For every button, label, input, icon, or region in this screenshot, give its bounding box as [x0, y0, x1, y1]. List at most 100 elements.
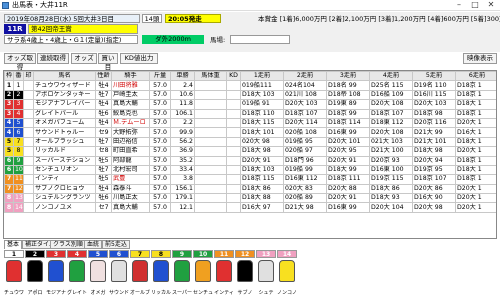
body-weight-cell — [194, 164, 227, 176]
jockey-silk-icon — [237, 260, 253, 282]
column-header[interactable]: 馬名 — [33, 71, 96, 82]
horse-name-cell: ノンコノユメ — [33, 202, 96, 213]
silk-number: 2 — [25, 250, 45, 258]
table-row[interactable]: 6 9 スーパーステション 牡5 阿部龍 57.0 35.2 D20大 91 D18門 96 D2… — [4, 155, 496, 166]
waku-cell: 5 — [4, 136, 14, 148]
jockey-silk-icon — [279, 260, 295, 282]
past-run-cell: 020船 108 — [283, 127, 327, 138]
column-header[interactable]: 性齢 — [95, 71, 112, 82]
past-run-cell: D19京 95 — [412, 164, 456, 176]
column-header[interactable]: 1走前 — [240, 71, 284, 82]
sex-age-cell: 牡4 — [95, 80, 112, 91]
tab[interactable]: クラス別順 — [50, 240, 86, 249]
past-run-cell: D18京 99 — [326, 108, 370, 119]
jockey-silk-icon — [174, 260, 190, 282]
table-row[interactable]: 5 8 リッカルド セ8 町田直希 57.0 36.9 D18大 98 020船 97 D20大 … — [4, 146, 496, 157]
sex-age-cell: 牡7 — [95, 89, 112, 101]
tab[interactable]: 基本 — [4, 240, 23, 249]
table-row[interactable]: 3 3 モジアナフレイバー 牡4 真島大輔 57.0 11.8 019船 91 D20大 103… — [4, 99, 496, 110]
close-icon[interactable]: ✕ — [484, 0, 498, 10]
column-header[interactable]: 6走前 — [455, 71, 496, 82]
silk-label: グレイト — [67, 290, 87, 296]
title-bar — [0, 0, 500, 11]
tab[interactable]: 前5走込 — [102, 240, 130, 249]
column-header[interactable]: 4走前 — [369, 71, 413, 82]
past-run-cell: D18京 111 — [326, 174, 370, 185]
silk-item: 1 チュウワ — [4, 250, 24, 298]
table-row[interactable]: 2 2 アポロケンタッキー 牡7 戸崎圭太 57.0 10.6 D18大 103 021川 10… — [4, 89, 496, 101]
column-header[interactable]: 印 — [23, 71, 34, 82]
table-row[interactable]: 8 13 シュテルングランツ 牡6 川島正太 57.0 179.1 D18大 88 020船 8… — [4, 193, 496, 204]
jockey-cell: 北村宏司 — [111, 164, 150, 176]
video-button[interactable]: 映像表示 — [463, 53, 497, 64]
past-run-cell: D16川 115 — [412, 89, 456, 101]
odds-button[interactable]: オッズ — [71, 53, 97, 64]
minimize-icon[interactable]: – — [452, 0, 466, 10]
kd-cell — [226, 202, 241, 213]
table-row[interactable]: 4 5 オメガパフューム 牡4 Ｍ.デムーロ 57.0 2.2 D18大 115 D20大 11… — [4, 117, 496, 129]
silk-label: ノンコノ — [277, 290, 297, 296]
track-condition-label: 馬場: — [210, 36, 226, 44]
table-row[interactable]: 1 1 チュウワウィザード 牡4 川田将雅 57.0 2.4 019船111 024名104 D1… — [4, 80, 496, 91]
silk-label: サウンド — [109, 290, 129, 296]
column-header[interactable]: KD — [226, 71, 241, 82]
table-row[interactable]: 4 6 サウンドトゥルー セ9 大野拓弥 57.0 99.9 D18大 101 020船 108… — [4, 127, 496, 138]
continuous-fetch-button[interactable]: 連続取得 — [37, 53, 69, 64]
silk-item: 2 アポロ — [25, 250, 45, 298]
mark-cell — [23, 117, 34, 129]
horse-name-cell: サブノクロヒョウ — [33, 183, 96, 195]
table-row[interactable]: 7 12 サブノクロヒョウ 牡4 森泰斗 57.0 156.1 D18大 86 020大 83 D… — [4, 183, 496, 195]
past-run-cell: D18京 114 — [326, 117, 370, 129]
table-row[interactable]: 3 4 グレイトパール 牡6 鮫島克也 57.0 106.1 D18京 110 D18京 107… — [4, 108, 496, 119]
bet-button[interactable]: 買い目 — [98, 53, 118, 71]
column-header[interactable]: 2走前 — [283, 71, 327, 82]
bottom-tabs: 基本 補正タイム クラス別順 血統 前5走込 — [4, 240, 304, 249]
kd-cell — [226, 146, 241, 157]
kd-export-button[interactable]: KD値出力 — [120, 53, 158, 64]
past-run-cell: D18大 98 — [240, 146, 284, 157]
silk-number: 3 — [46, 250, 66, 258]
column-header[interactable]: 枠 — [4, 71, 14, 82]
horse-number-cell: 14 — [13, 202, 24, 213]
column-header[interactable]: 斤量 — [149, 71, 171, 82]
column-header[interactable]: 単勝 — [170, 71, 195, 82]
past-run-cell: D19名 110 — [412, 80, 456, 91]
column-header[interactable]: 番 — [13, 71, 24, 82]
column-header[interactable]: 5走前 — [412, 71, 456, 82]
past-run-cell: D20大 108 — [369, 99, 413, 110]
horse-number-cell: 13 — [13, 193, 24, 204]
sex-age-cell: 牡5 — [95, 155, 112, 166]
odds-fetch-button[interactable]: オッズ取得 — [4, 53, 36, 71]
past-run-cell: D18大 101 — [240, 127, 284, 138]
jockey-silk-icon — [216, 260, 232, 282]
table-row[interactable]: 7 11 インティ 牡5 武豊 57.0 3.8 D18京 115 D16東 112 D18京 1… — [4, 174, 496, 185]
column-header[interactable]: 騎手 — [111, 71, 150, 82]
past-run-cell: D18大 86 — [240, 183, 284, 195]
maximize-icon[interactable]: □ — [468, 0, 482, 10]
column-header[interactable]: 馬体重 — [194, 71, 227, 82]
jockey-cell: 真島大輔 — [111, 202, 150, 213]
past-run-cell: D16大 90 — [412, 193, 456, 204]
track-condition-field[interactable] — [230, 35, 290, 44]
past-run-cell: D20大 1 — [455, 146, 496, 157]
table-row[interactable]: 6 10 センチュリオン 牡7 北村宏司 57.0 33.4 D18大 103 019船 99 D… — [4, 164, 496, 176]
past-run-cell: D18京 1 — [455, 80, 496, 91]
body-weight-cell — [194, 174, 227, 185]
past-run-cell: D20大 104 — [369, 202, 413, 213]
odds-cell: 10.6 — [170, 89, 195, 101]
jockey-silk-icon — [48, 260, 64, 282]
race-name: 第42回帝王賞 — [28, 24, 138, 34]
past-run-cell: 019船111 — [240, 80, 284, 91]
mark-cell — [23, 183, 34, 195]
past-run-cell: D16東 99 — [326, 127, 370, 138]
table-row[interactable]: 5 7 オールブラッシュ 牡7 田辺裕信 57.0 56.2 020大 98 019船 95 D2… — [4, 136, 496, 148]
horse-name-cell: インティ — [33, 174, 96, 185]
tab[interactable]: 血統 — [84, 240, 103, 249]
table-row[interactable]: 8 14 ノンコノユメ セ7 真島大輔 57.0 12.1 D16大 97 D21大 98 D16… — [4, 202, 496, 213]
past-run-cell: D20大 103 — [412, 99, 456, 110]
silk-label: アポロ — [27, 290, 43, 296]
column-header[interactable]: 3走前 — [326, 71, 370, 82]
horse-number-cell: 4 — [13, 108, 24, 119]
mark-cell — [23, 80, 34, 91]
past-run-cell: D20大 1 — [455, 193, 496, 204]
